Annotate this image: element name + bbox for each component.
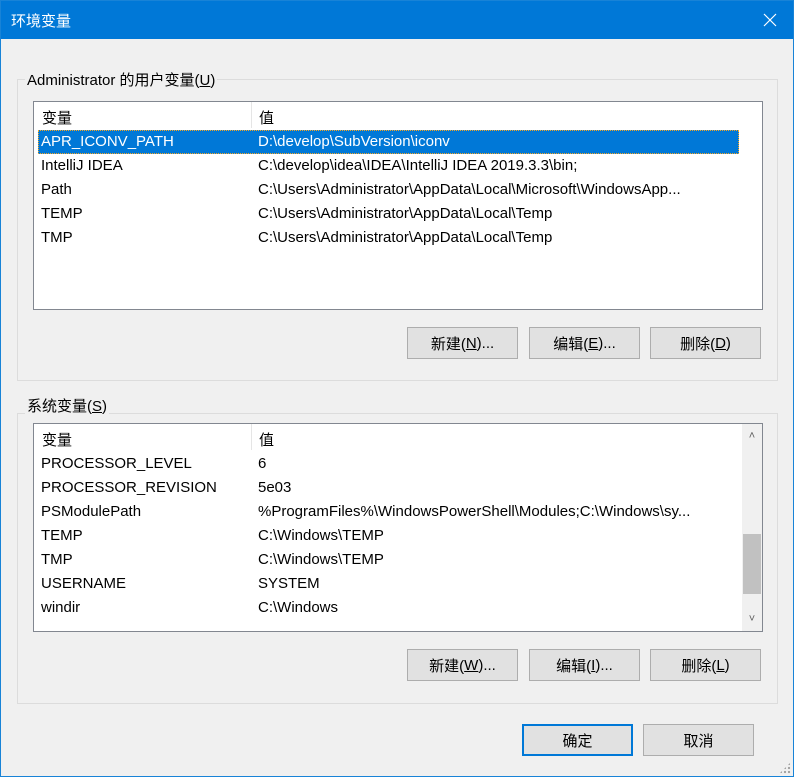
user-variables-list[interactable]: 变量 值 APR_ICONV_PATH D:\develop\SubVersion… <box>33 101 763 310</box>
variable-name: windir <box>41 599 81 616</box>
system-variables-list[interactable]: 变量 值 ˄ ˅ PROCESSOR_LEVEL 6 PROCESSOR_REVIS… <box>33 423 763 632</box>
variable-name: PROCESSOR_REVISION <box>41 479 217 496</box>
variable-value: C:\Windows <box>258 599 339 616</box>
ok-button[interactable]: 确定 <box>522 724 633 756</box>
resize-grip-icon[interactable] <box>779 762 791 774</box>
close-icon <box>763 13 777 27</box>
vertical-scrollbar[interactable]: ˄ ˅ <box>742 424 762 631</box>
list-item[interactable]: windir C:\Windows <box>38 596 739 620</box>
variable-name: APR_ICONV_PATH <box>41 133 174 150</box>
variable-value: C:\develop\idea\IDEA\IntelliJ IDEA 2019.… <box>258 157 578 174</box>
variable-value: C:\Users\Administrator\AppData\Local\Tem… <box>258 205 553 222</box>
column-header-value[interactable]: 值 <box>259 107 274 128</box>
variable-value: D:\develop\SubVersion\iconv <box>258 133 450 150</box>
system-variables-label: 系统变量(S) <box>25 395 110 416</box>
list-item[interactable]: APR_ICONV_PATH D:\develop\SubVersion\icon… <box>38 130 739 154</box>
variable-value: %ProgramFiles%\WindowsPowerShell\Modules… <box>258 503 691 520</box>
title-bar[interactable]: 环境变量 <box>1 1 793 39</box>
scroll-down-arrow-icon[interactable]: ˅ <box>742 609 762 629</box>
environment-variables-dialog: 环境变量 Administrator 的用户变量(U) 变量 值 APR_ICO… <box>0 0 794 777</box>
system-edit-button[interactable]: 编辑(I)... <box>529 649 640 681</box>
user-variables-label: Administrator 的用户变量(U) <box>25 69 218 90</box>
user-edit-button[interactable]: 编辑(E)... <box>529 327 640 359</box>
variable-name: USERNAME <box>41 575 127 592</box>
system-delete-button[interactable]: 删除(L) <box>650 649 761 681</box>
list-item[interactable]: TMP C:\Users\Administrator\AppData\Local\… <box>38 226 739 250</box>
list-item[interactable]: PROCESSOR_REVISION 5e03 <box>38 476 739 500</box>
system-new-button[interactable]: 新建(W)... <box>407 649 518 681</box>
variable-name: TMP <box>41 551 73 568</box>
list-item[interactable]: IntelliJ IDEA C:\develop\idea\IDEA\Intell… <box>38 154 739 178</box>
list-header: 变量 值 <box>34 424 762 450</box>
variable-name: PROCESSOR_LEVEL <box>41 455 192 472</box>
column-header-value[interactable]: 值 <box>259 429 274 450</box>
variable-name: TEMP <box>41 527 83 544</box>
scroll-up-arrow-icon[interactable]: ˄ <box>742 426 762 446</box>
list-item[interactable]: TMP C:\Windows\TEMP <box>38 548 739 572</box>
list-item[interactable]: TEMP C:\Users\Administrator\AppData\Local… <box>38 202 739 226</box>
column-header-name[interactable]: 变量 <box>42 429 72 450</box>
list-item[interactable]: TEMP C:\Windows\TEMP <box>38 524 739 548</box>
variable-name: IntelliJ IDEA <box>41 157 123 174</box>
column-divider[interactable] <box>251 424 252 450</box>
list-item[interactable]: PSModulePath %ProgramFiles%\WindowsPowerS… <box>38 500 739 524</box>
variable-value: C:\Users\Administrator\AppData\Local\Mic… <box>258 181 681 198</box>
variable-value: 5e03 <box>258 479 292 496</box>
column-divider[interactable] <box>251 102 252 128</box>
variable-value: SYSTEM <box>258 575 320 592</box>
scrollbar-thumb[interactable] <box>743 533 761 594</box>
close-button[interactable] <box>747 1 793 39</box>
variable-value: C:\Windows\TEMP <box>258 551 384 568</box>
cancel-button[interactable]: 取消 <box>643 724 754 756</box>
variable-value: C:\Users\Administrator\AppData\Local\Tem… <box>258 229 553 246</box>
variable-value: 6 <box>258 455 267 472</box>
variable-name: TMP <box>41 229 73 246</box>
variable-value: C:\Windows\TEMP <box>258 527 384 544</box>
list-item[interactable]: USERNAME SYSTEM <box>38 572 739 596</box>
variable-name: PSModulePath <box>41 503 142 520</box>
column-header-name[interactable]: 变量 <box>42 107 72 128</box>
list-item[interactable]: PROCESSOR_LEVEL 6 <box>38 452 739 476</box>
window-title: 环境变量 <box>11 13 72 30</box>
variable-name: TEMP <box>41 205 83 222</box>
user-new-button[interactable]: 新建(N)... <box>407 327 518 359</box>
user-delete-button[interactable]: 删除(D) <box>650 327 761 359</box>
list-header: 变量 值 <box>34 102 762 128</box>
variable-name: Path <box>41 181 72 198</box>
list-item[interactable]: Path C:\Users\Administrator\AppData\Local… <box>38 178 739 202</box>
